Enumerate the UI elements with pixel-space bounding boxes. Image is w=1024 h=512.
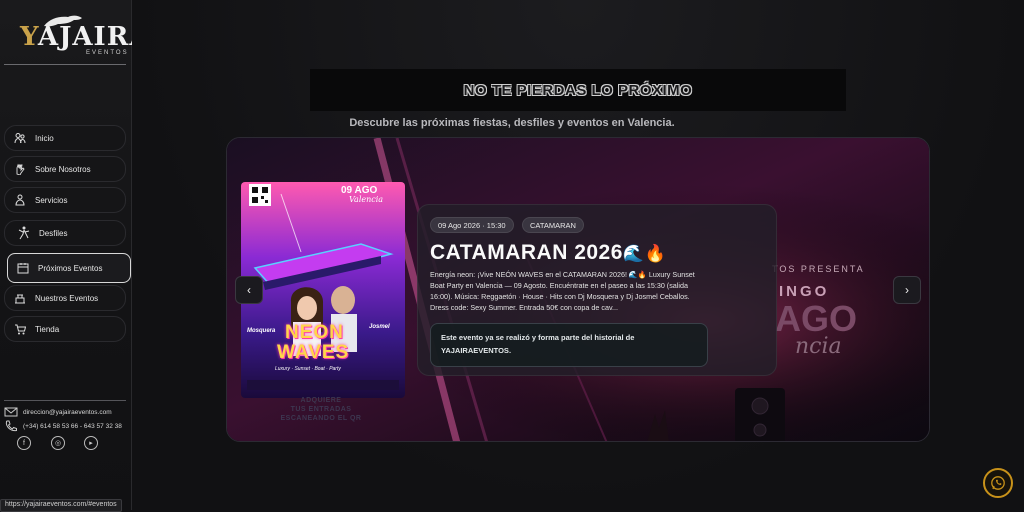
event-past-notice: Este evento ya se realizó y forma parte … <box>430 323 708 367</box>
poster-qr-caption: ADQUIERE TUS ENTRADAS ESCANEANDO EL QR <box>280 397 362 422</box>
sidebar-item-label: Sobre Nosotros <box>35 164 91 174</box>
event-card: 09 Ago 2026 · 15:30 CATAMARAN CATAMARAN … <box>417 204 777 376</box>
contact-email-text: direccion@yajairaeventos.com <box>23 408 112 416</box>
whatsapp-icon <box>991 476 1005 490</box>
event-title: CATAMARAN 2026🌊🔥 <box>430 241 667 264</box>
dancer-icon <box>17 226 31 240</box>
instagram-icon[interactable]: ◎ <box>51 436 65 450</box>
status-bar-url: https://yajairaeventos.com/#eventos <box>0 499 122 512</box>
event-poster[interactable]: 09 AGO Valencia NEON WAVES Luxury · Suns… <box>241 182 405 398</box>
event-date-chip: 09 Ago 2026 · 15:30 <box>430 217 514 233</box>
event-category-chip: CATAMARAN <box>522 217 584 233</box>
prev-slide-button[interactable]: ‹ <box>235 276 263 304</box>
sidebar-item-tienda[interactable]: Tienda <box>4 316 126 342</box>
stage-icon <box>13 291 27 305</box>
phone-icon <box>5 420 17 432</box>
sidebar-item-servicios[interactable]: Servicios <box>4 187 126 213</box>
sidebar-item-desfiles[interactable]: Desfiles <box>4 220 126 246</box>
poster-dj-right: Josmel <box>369 324 390 330</box>
brand-subtitle: EVENTOS <box>86 50 129 56</box>
event-description: Energía neon: ¡Vive NEÓN WAVES en el CAT… <box>430 270 695 312</box>
wave-fire-icon: 🌊🔥 <box>622 244 667 263</box>
cart-icon <box>13 322 27 336</box>
section-subheading: Descubre las próximas fiestas, desfiles … <box>349 117 675 129</box>
hand-icon <box>13 162 27 176</box>
sidebar-item-label: Tienda <box>35 324 60 334</box>
brand-logo[interactable]: YAJAIRA EVENTOS <box>6 14 150 56</box>
divider <box>4 400 126 401</box>
backdrop-presenta: TOS PRESENTA <box>772 264 865 274</box>
contact-phone[interactable]: (+34) 614 58 53 66 - 643 57 32 38 <box>4 420 122 432</box>
contact-phone-text: (+34) 614 58 53 66 - 643 57 32 38 <box>23 422 122 430</box>
poster-headline-1: NEON <box>285 322 344 343</box>
whatsapp-button[interactable] <box>983 468 1013 498</box>
chevron-left-icon: ‹ <box>247 283 251 297</box>
next-slide-button[interactable]: › <box>893 276 921 304</box>
poster-city: Valencia <box>349 195 384 204</box>
poster-tagline: Luxury · Sunset · Boat · Party <box>275 366 341 372</box>
section-heading-box: NO TE PIERDAS LO PRÓXIMO <box>310 69 846 111</box>
sidebar: YAJAIRA EVENTOS Inicio Sobre Nosotros Se… <box>0 0 150 510</box>
event-slider: TOS PRESENTA INGO AGO ncia 09 AGO Valenc… <box>226 137 930 442</box>
poster-headline-2: WAVES <box>277 342 350 363</box>
brand-name: YAJAIRA <box>20 22 151 52</box>
divider <box>4 64 126 65</box>
sidebar-item-label: Próximos Eventos <box>38 263 103 273</box>
sidebar-item-nuestros-eventos[interactable]: Nuestros Eventos <box>4 285 126 311</box>
sidebar-item-proximos-eventos[interactable]: Próximos Eventos <box>7 253 131 283</box>
section-heading: NO TE PIERDAS LO PRÓXIMO <box>463 81 693 99</box>
user-group-icon <box>13 131 27 145</box>
backdrop-line3: ncia <box>795 334 842 359</box>
contact-email[interactable]: direccion@yajairaeventos.com <box>4 406 112 418</box>
chevron-right-icon: › <box>905 283 909 297</box>
calendar-people-icon <box>16 261 30 275</box>
youtube-icon[interactable]: ▸ <box>84 436 98 450</box>
sidebar-item-label: Servicios <box>35 195 68 205</box>
envelope-icon <box>4 407 18 417</box>
sidebar-item-label: Nuestros Eventos <box>35 293 99 303</box>
sidebar-item-label: Inicio <box>35 133 54 143</box>
sidebar-item-label: Desfiles <box>39 228 68 238</box>
poster-dj-left: Mosquera <box>247 328 276 334</box>
sidebar-item-sobre-nosotros[interactable]: Sobre Nosotros <box>4 156 126 182</box>
people-icon <box>13 193 27 207</box>
facebook-icon[interactable]: f <box>17 436 31 450</box>
